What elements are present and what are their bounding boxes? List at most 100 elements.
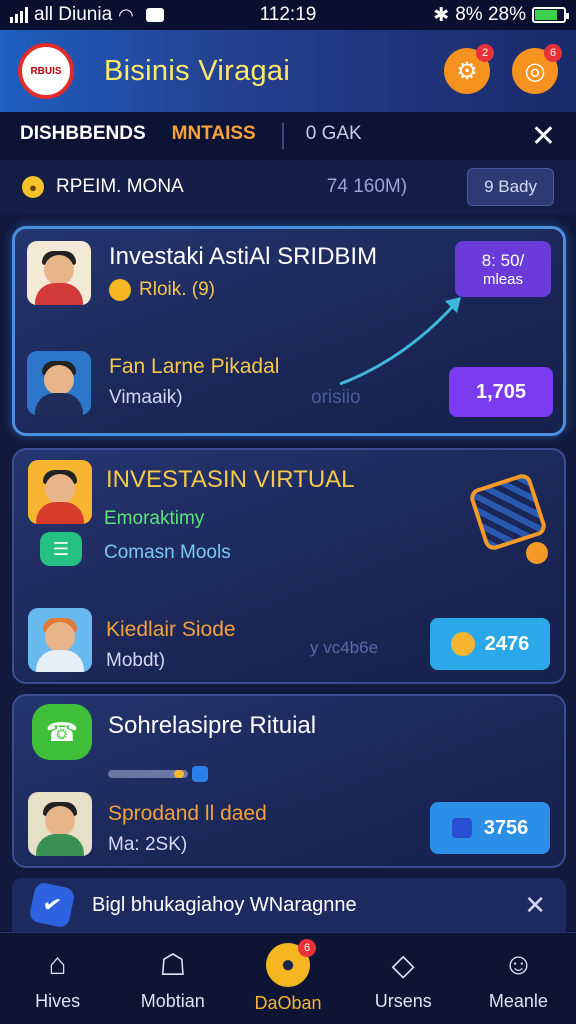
nav-item-ursens[interactable]: ◇ Ursens <box>346 933 461 1024</box>
investment-card-1[interactable]: Investaki AstiAl SRIDBIM Rloik. (9) 8: 5… <box>12 226 566 436</box>
person-sub: Ma: 2SK) <box>108 834 188 855</box>
avatar <box>28 460 92 524</box>
avatar-body <box>35 393 83 415</box>
tab-dashboard[interactable]: DISHBBENDS <box>20 123 146 149</box>
app-logo[interactable]: RBUIS <box>18 43 74 99</box>
avatar-face <box>44 365 74 395</box>
app-header: RBUIS Bisinis Viragai ⚙ 2 ◎ 6 <box>0 30 576 112</box>
card-sub-blue: Comasn Mools <box>104 542 231 563</box>
price-button[interactable]: 1,705 <box>449 367 553 417</box>
status-time: 112:19 <box>259 4 317 25</box>
cart-icon <box>467 471 549 553</box>
banner-text: Bigl bhukagiahoy WNaragnne <box>92 893 357 916</box>
avatar <box>28 608 92 672</box>
avatar-body <box>35 283 83 305</box>
logo-text: RBUIS <box>30 65 62 77</box>
avatar <box>27 241 91 305</box>
bag-icon: ☖ <box>159 948 187 982</box>
signal-icon <box>10 7 28 23</box>
nav-item-daoban[interactable]: ● 6 DaOban <box>230 933 345 1024</box>
price-value: 3756 <box>483 816 529 839</box>
gift-icon <box>109 279 131 301</box>
user-icon: ◎ <box>524 57 546 85</box>
status-left: all Diunia ◠ <box>10 4 210 26</box>
price-button[interactable]: 2476 <box>430 618 550 670</box>
user-icon: ☺ <box>503 948 534 981</box>
nav-label: Hives <box>35 991 81 1011</box>
nav-item-meanle[interactable]: ☺ Meanle <box>461 933 576 1024</box>
progress-tip <box>174 770 184 778</box>
price-value: 2476 <box>484 632 530 655</box>
battery-fill <box>535 10 558 20</box>
bottom-nav: ⌂ Hives ☖ Mobtian ● 6 DaOban ◇ Ursens ☺ M… <box>0 932 576 1024</box>
promo-banner[interactable]: ✔ Bigl bhukagiahoy WNaragnne ✕ <box>12 878 566 932</box>
avatar-face <box>45 806 75 836</box>
filter-button[interactable]: 9 Bady <box>467 168 554 206</box>
close-icon[interactable]: ✕ <box>524 890 546 921</box>
tab-mntaiss[interactable]: MNTAISS <box>172 123 256 149</box>
tab-gak[interactable]: 0 GAK <box>306 123 362 149</box>
avatar-face <box>44 255 74 285</box>
avatar <box>27 351 91 415</box>
cart-wheel-icon <box>526 542 548 564</box>
card-title: INVESTASIN VIRTUAL <box>106 466 355 493</box>
nav-badge: 6 <box>298 939 316 957</box>
diamond-icon: ◇ <box>391 948 415 982</box>
app-title: Bisinis Viragai <box>104 54 291 87</box>
close-icon[interactable]: ✕ <box>531 119 556 154</box>
verified-check-icon: ✔ <box>28 881 76 929</box>
whatsapp-icon: ☎ <box>32 704 92 760</box>
settings-button[interactable]: ⚙ 2 <box>444 44 494 94</box>
card-watermark: orisiio <box>311 387 361 408</box>
notification-icon <box>145 8 164 22</box>
person-name: Sprodand ll daed <box>108 802 267 825</box>
rate-badge-value: 8: 50/ <box>481 250 525 270</box>
person-sub: Mobdt) <box>106 650 166 671</box>
list-icon: ☰ <box>40 532 82 566</box>
status-bar: all Diunia ◠ 112:19 ✱ 8% 28% <box>0 0 576 30</box>
nav-item-home[interactable]: ⌂ Hives <box>0 933 115 1024</box>
nav-label: DaOban <box>254 993 322 1013</box>
carrier-name: all Diunia <box>34 4 113 25</box>
card-title: Investaki AstiAl SRIDBIM <box>109 243 378 270</box>
nav-label: Mobtian <box>140 991 205 1011</box>
profile-badge: 6 <box>544 44 562 62</box>
lock-icon <box>451 818 472 838</box>
battery-icon <box>532 7 569 23</box>
home-icon: ⌂ <box>48 948 67 981</box>
filter-row: ● RPEIM. MONA 74 160M) 9 Bady <box>0 160 576 214</box>
battery-text: 8% 28% <box>455 4 526 25</box>
price-button[interactable]: 3756 <box>430 802 550 854</box>
chat-icon: ● 6 <box>266 939 316 987</box>
nav-item-mobtian[interactable]: ☖ Mobtian <box>115 933 230 1024</box>
person-name: Kiedlair Siode <box>106 618 236 641</box>
avatar-face <box>45 622 75 652</box>
card-sub: Rloik. (9) <box>139 279 216 300</box>
settings-badge: 2 <box>476 44 494 62</box>
investment-card-3[interactable]: ☎ Sohrelasipre Rituial Sprodand ll daed … <box>12 694 566 868</box>
avatar-body <box>36 834 84 856</box>
status-right: ✱ 8% 28% <box>366 4 569 27</box>
person-sub: Vimaaik) <box>109 387 183 408</box>
nav-label: Meanle <box>488 991 548 1011</box>
card-title: Sohrelasipre Rituial <box>108 712 317 739</box>
bluetooth-icon: ✱ <box>433 4 450 26</box>
card-watermark: y vc4b6e <box>310 638 379 657</box>
filter-label: RPEIM. MONA <box>56 176 184 197</box>
rate-badge-sub: mleas <box>482 270 523 288</box>
progress-dot <box>192 766 208 782</box>
card-sub-green: Emoraktimy <box>104 508 205 529</box>
gear-icon: ⚙ <box>456 57 478 85</box>
filter-value: 74 160M) <box>326 176 408 197</box>
avatar <box>28 792 92 856</box>
sun-icon <box>450 632 475 656</box>
avatar-body <box>36 650 84 672</box>
avatar-body <box>36 502 84 524</box>
person-name: Fan Larne Pikadal <box>109 355 280 378</box>
avatar-face <box>45 474 75 504</box>
nav-label: Ursens <box>374 991 432 1011</box>
coin-icon: ● <box>22 176 44 198</box>
wifi-icon: ◠ <box>118 4 134 25</box>
profile-button[interactable]: ◎ 6 <box>512 44 562 94</box>
investment-card-2[interactable]: INVESTASIN VIRTUAL Emoraktimy ☰ Comasn M… <box>12 448 566 684</box>
